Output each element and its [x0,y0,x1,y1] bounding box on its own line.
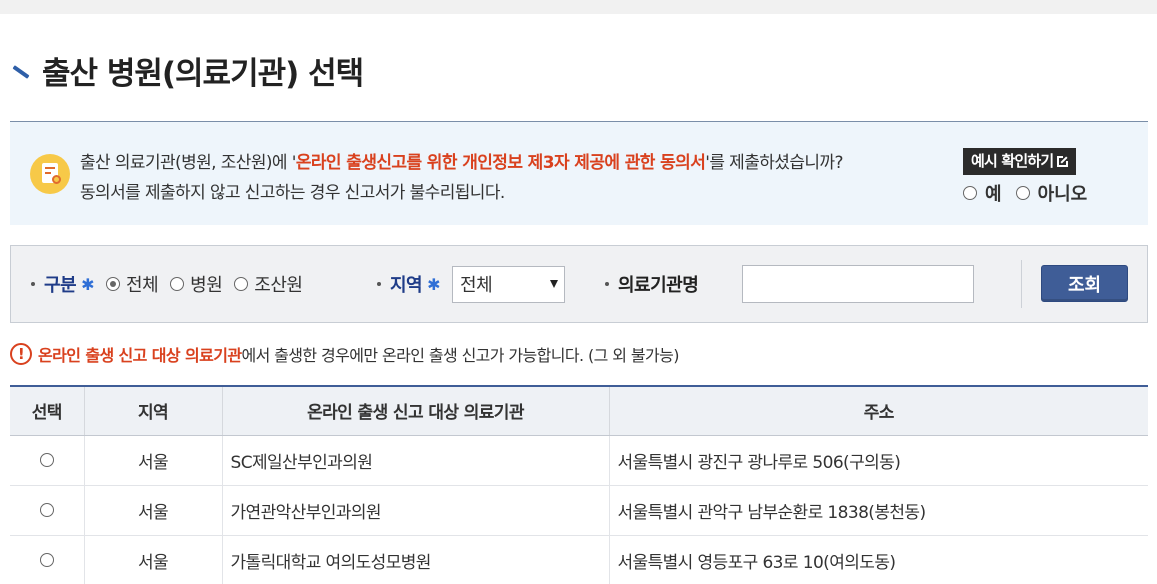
type-label: 구분 [44,275,77,296]
required-mark: ✱ [427,274,441,294]
row-select-cell [10,435,84,486]
region-filter: 지역 ✱ 전체 [377,246,566,322]
consent-yes-option[interactable]: 예 [963,180,1002,206]
consent-form-name: 온라인 출생신고를 위한 개인정보 제3자 제공에 관한 동의서 [295,153,706,173]
consent-yes-radio[interactable] [963,186,977,200]
region-cell: 서울 [83,435,222,486]
type-filter: 구분 ✱ 전체 병원 조산원 [31,246,314,322]
row-select-radio[interactable] [39,553,54,567]
column-header-region: 지역 [83,385,222,436]
bullet [31,282,35,286]
title-marker-icon [10,59,32,81]
external-link-icon [1057,155,1070,167]
consent-question: 출산 의료기관(병원, 조산원)에 '온라인 출생신고를 위한 개인정보 제3자… [80,148,960,208]
type-option-midwife[interactable]: 조산원 [234,271,303,297]
table-row[interactable]: 서울 가톨릭대학교 여의도성모병원 서울특별시 영등포구 63로 10(여의도동… [10,535,1148,584]
notice-text: 에서 출생한 경우에만 온라인 출생 신고가 가능합니다. (그 외 불가능) [241,346,679,365]
consent-no-option[interactable]: 아니오 [1015,180,1087,206]
institution-cell: SC제일산부인과의원 [221,435,609,486]
type-all-radio[interactable] [106,277,121,291]
notice: ! 온라인 출생 신고 대상 의료기관 에서 출생한 경우에만 온라인 출생 신고… [10,341,679,367]
name-label: 의료기관명 [618,275,699,296]
type-option-all[interactable]: 전체 [106,271,159,297]
consent-panel: 출산 의료기관(병원, 조산원)에 '온라인 출생신고를 위한 개인정보 제3자… [10,121,1148,225]
column-header-select: 선택 [10,385,84,436]
column-header-institution: 온라인 출생 신고 대상 의료기관 [221,385,609,436]
region-cell: 서울 [83,485,222,536]
column-header-address: 주소 [608,385,1148,436]
address-cell: 서울특별시 영등포구 63로 10(여의도동) [608,535,1148,584]
address-cell: 서울특별시 관악구 남부순환로 1838(봉천동) [608,485,1148,536]
institution-cell: 가톨릭대학교 여의도성모병원 [221,535,609,584]
region-cell: 서울 [83,535,222,584]
divider [1021,260,1022,308]
region-label: 지역 [390,275,423,296]
institution-cell: 가연관악산부인과의원 [221,485,609,536]
bullet [605,282,609,286]
consent-line-2: 동의서를 제출하지 않고 신고하는 경우 신고서가 불수리됩니다. [80,183,505,203]
row-select-cell [10,535,84,584]
institution-table: 선택 지역 온라인 출생 신고 대상 의료기관 주소 서울 SC제일산부인과의원… [10,385,1148,584]
type-option-hospital[interactable]: 병원 [170,271,223,297]
table-row[interactable]: 서울 SC제일산부인과의원 서울특별시 광진구 광나루로 506(구의동) [10,435,1148,486]
row-select-cell [10,485,84,536]
top-bar [0,0,1157,14]
consent-line-1: 출산 의료기관(병원, 조산원)에 '온라인 출생신고를 위한 개인정보 제3자… [80,153,843,173]
consent-radio-group: 예 아니오 [963,180,1101,206]
row-select-radio[interactable] [39,503,54,517]
consent-no-radio[interactable] [1015,186,1030,200]
region-select[interactable]: 전체 [452,265,566,303]
search-panel: 구분 ✱ 전체 병원 조산원 지역 ✱ 전체 의료기관명 조회 [10,245,1148,323]
required-mark: ✱ [81,274,95,294]
name-filter: 의료기관명 [605,246,699,322]
institution-name-input[interactable] [742,265,974,303]
document-icon [30,154,70,194]
type-midwife-radio[interactable] [234,277,249,291]
page-title: 출산 병원(의료기관) 선택 [42,55,364,92]
chevron-down-icon [550,280,559,288]
exclamation-icon: ! [10,343,32,365]
page-header: 출산 병원(의료기관) 선택 [10,48,364,92]
address-cell: 서울특별시 광진구 광나루로 506(구의동) [608,435,1148,486]
row-select-radio[interactable] [39,453,54,467]
bullet [377,282,381,286]
search-button[interactable]: 조회 [1041,265,1128,302]
view-example-button[interactable]: 예시 확인하기 [963,148,1077,175]
table-header-row: 선택 지역 온라인 출생 신고 대상 의료기관 주소 [10,385,1148,436]
type-hospital-radio[interactable] [170,277,185,291]
table-row[interactable]: 서울 가연관악산부인과의원 서울특별시 관악구 남부순환로 1838(봉천동) [10,485,1148,536]
notice-highlight: 온라인 출생 신고 대상 의료기관 [38,346,242,365]
